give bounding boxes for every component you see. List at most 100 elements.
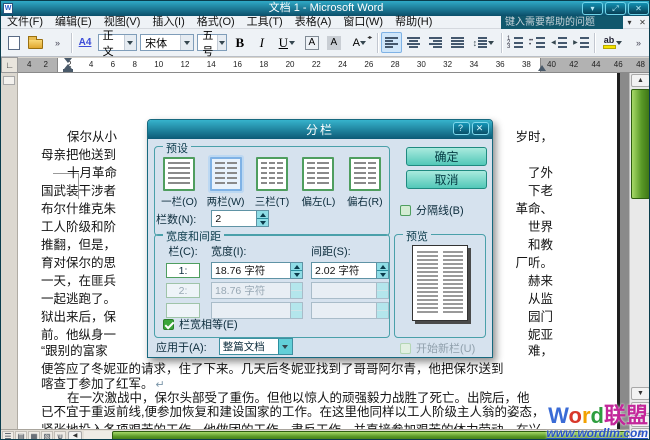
view-button[interactable]: ▦ <box>28 431 40 440</box>
menu-item[interactable]: 插入(I) <box>146 16 190 29</box>
help-dropdown-icon[interactable]: ▾ <box>623 18 636 27</box>
line-between-checkbox[interactable] <box>400 205 411 216</box>
open-button[interactable] <box>25 32 46 53</box>
spin-down-icon[interactable] <box>377 291 388 298</box>
view-button[interactable]: ѱ <box>54 431 66 440</box>
width-stepper[interactable]: 18.76 字符 <box>211 262 303 279</box>
spin-up-icon[interactable] <box>291 303 302 311</box>
columns-value[interactable]: 2 <box>212 211 256 226</box>
spacing-stepper[interactable] <box>311 282 389 299</box>
bold-button[interactable]: B <box>229 32 250 53</box>
increase-indent-button[interactable]: ▶ <box>570 32 591 53</box>
right-indent-marker[interactable] <box>538 65 546 71</box>
vertical-scroll-thumb[interactable] <box>631 89 650 199</box>
character-scale-button[interactable]: A◂▸ <box>345 32 374 53</box>
width-value[interactable]: 18.76 字符 <box>212 283 290 298</box>
menu-item[interactable]: 帮助(H) <box>389 16 438 29</box>
tab-selector[interactable]: ∟ <box>1 57 18 73</box>
apply-to-dropdown[interactable]: 整篇文档 <box>219 338 293 355</box>
equal-width-checkbox[interactable] <box>163 319 174 330</box>
spacing-value[interactable] <box>312 303 376 318</box>
spin-down-icon[interactable] <box>291 311 302 318</box>
scroll-left-icon[interactable]: ◀ <box>68 431 82 440</box>
distribute-button[interactable] <box>447 32 468 53</box>
view-button[interactable]: ☰ <box>2 431 14 440</box>
character-shading-button[interactable]: A <box>323 32 344 53</box>
chevron-down-icon[interactable] <box>487 41 494 45</box>
font-combo[interactable]: 宋体 <box>140 34 194 51</box>
menu-close-icon[interactable]: ✕ <box>636 18 649 27</box>
new-document-button[interactable] <box>3 32 24 53</box>
chevron-down-icon[interactable] <box>180 35 193 50</box>
spin-up-icon[interactable] <box>377 263 388 271</box>
ok-button[interactable]: 确定 <box>406 147 487 166</box>
dialog-help-button[interactable]: ? <box>453 122 470 135</box>
underline-button[interactable]: U <box>273 32 300 53</box>
align-left-button[interactable] <box>381 32 402 53</box>
preset-option[interactable]: 两栏(W) <box>205 157 245 209</box>
minimize-button[interactable]: ▾ <box>582 2 603 15</box>
character-border-button[interactable]: A <box>301 32 322 53</box>
line-spacing-button[interactable]: ↕ <box>469 32 498 53</box>
menu-item[interactable]: 编辑(E) <box>49 16 98 29</box>
spin-down-icon[interactable] <box>291 271 302 278</box>
spin-up-icon[interactable] <box>377 283 388 291</box>
width-stepper[interactable]: 18.76 字符 <box>211 282 303 299</box>
vertical-scrollbar[interactable]: ▲ ▼ ⇞ ○ ⇟ <box>629 73 650 440</box>
spin-up-icon[interactable] <box>377 303 388 311</box>
toolbar-options-button[interactable]: » <box>628 32 649 53</box>
style-combo[interactable]: 正文 <box>98 34 138 51</box>
spin-up-icon[interactable] <box>257 211 268 219</box>
menu-item[interactable]: 文件(F) <box>1 16 49 29</box>
italic-button[interactable]: I <box>251 32 272 53</box>
chevron-down-icon[interactable] <box>217 35 226 50</box>
spacing-stepper[interactable] <box>311 302 389 319</box>
align-right-button[interactable] <box>425 32 446 53</box>
spacing-value[interactable] <box>312 283 376 298</box>
preset-option[interactable]: 偏右(R) <box>345 157 385 209</box>
chevron-down-icon[interactable] <box>616 41 623 45</box>
decrease-indent-button[interactable]: ◀ <box>548 32 569 53</box>
cancel-button[interactable]: 取消 <box>406 170 487 189</box>
styles-formatting-button[interactable]: A4 <box>75 32 96 53</box>
menu-item[interactable]: 窗口(W) <box>337 16 389 29</box>
numbering-button[interactable]: 123 <box>504 32 525 53</box>
menu-item[interactable]: 表格(A) <box>289 16 338 29</box>
view-button[interactable]: ▤ <box>15 431 27 440</box>
size-combo[interactable]: 五号 <box>197 34 227 51</box>
spin-down-icon[interactable] <box>377 311 388 318</box>
spin-up-icon[interactable] <box>291 283 302 291</box>
chevron-down-icon[interactable] <box>124 35 137 50</box>
highlight-button[interactable]: ab <box>598 32 627 53</box>
spacing-stepper[interactable]: 2.02 字符 <box>311 262 389 279</box>
spin-down-icon[interactable] <box>377 271 388 278</box>
preset-option[interactable]: 三栏(T) <box>252 157 292 209</box>
spin-down-icon[interactable] <box>291 291 302 298</box>
scroll-up-icon[interactable]: ▲ <box>631 74 650 87</box>
width-value[interactable]: 18.76 字符 <box>212 263 290 278</box>
restore-button[interactable]: ⤢ <box>605 2 626 15</box>
help-question-input[interactable]: 键入需要帮助的问题 <box>501 16 623 29</box>
chevron-down-icon[interactable] <box>360 41 367 45</box>
size-value: 五号 <box>202 27 217 59</box>
chevron-down-icon[interactable] <box>288 41 295 45</box>
toolbar-overflow-left[interactable]: » <box>47 32 68 53</box>
spin-up-icon[interactable] <box>291 263 302 271</box>
line-between-row: 分隔线(B) <box>400 202 464 218</box>
scroll-down-icon[interactable]: ▼ <box>631 387 650 400</box>
preset-option[interactable]: 一栏(O) <box>159 157 199 209</box>
view-button[interactable]: ▧ <box>41 431 53 440</box>
spin-down-icon[interactable] <box>257 219 268 226</box>
dialog-close-button[interactable]: ✕ <box>472 122 489 135</box>
spacing-value[interactable]: 2.02 字符 <box>312 263 376 278</box>
first-line-indent-marker[interactable] <box>64 58 72 63</box>
columns-stepper[interactable]: 2 <box>211 210 269 227</box>
preset-option[interactable]: 偏左(L) <box>298 157 338 209</box>
left-indent-marker[interactable] <box>63 69 73 72</box>
bullets-button[interactable]: ••• <box>526 32 547 53</box>
align-center-button[interactable] <box>403 32 424 53</box>
dialog-title-bar[interactable]: 分栏 ? ✕ <box>148 120 492 139</box>
chevron-down-icon[interactable] <box>278 339 292 354</box>
close-button[interactable]: ✕ <box>628 2 649 15</box>
menu-item[interactable]: 工具(T) <box>241 16 289 29</box>
